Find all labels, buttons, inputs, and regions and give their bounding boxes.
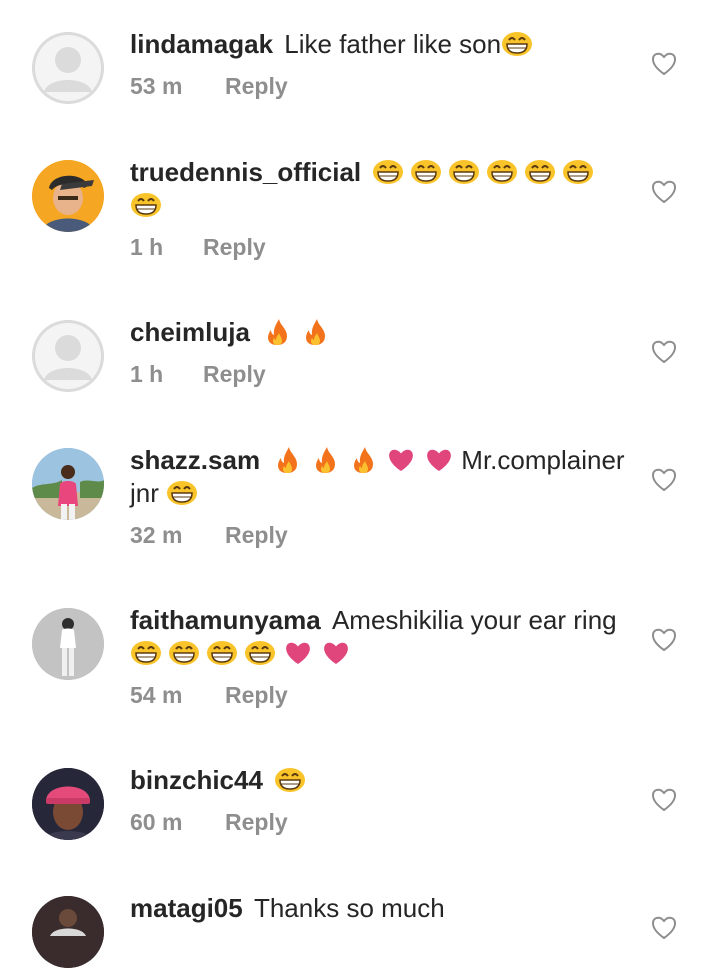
reply-button[interactable]: Reply: [225, 73, 288, 99]
heart-emoji-icon: [320, 639, 352, 667]
comment-meta: 53 m Reply: [130, 73, 630, 100]
default-avatar-icon: [32, 32, 104, 104]
grin-emoji-icon: [524, 158, 556, 186]
comment-meta: 1 h Reply: [130, 234, 630, 261]
reply-button[interactable]: Reply: [203, 361, 266, 387]
like-heart-icon[interactable]: [651, 916, 677, 940]
like-heart-icon[interactable]: [651, 52, 677, 76]
comment-time: 32 m: [130, 522, 183, 548]
grin-emoji-icon: [244, 639, 276, 667]
grin-emoji-icon: [274, 766, 306, 794]
grin-emoji-icon: [501, 30, 533, 58]
like-heart-icon[interactable]: [651, 788, 677, 812]
avatar[interactable]: [32, 608, 104, 680]
comment-text: lindamagak Like father like son: [130, 28, 630, 61]
comment-text: truedennis_official: [130, 156, 630, 222]
comment-text: faithamunyama Ameshikilia your ear ring: [130, 604, 630, 670]
user-photo-icon: [32, 896, 104, 968]
comment-time: 1 h: [130, 234, 164, 260]
like-heart-icon[interactable]: [651, 468, 677, 492]
avatar[interactable]: [32, 32, 104, 104]
reply-button[interactable]: Reply: [225, 809, 288, 835]
comment-text: matagi05 Thanks so much: [130, 892, 630, 925]
grin-emoji-icon: [130, 191, 162, 219]
reply-button[interactable]: Reply: [225, 682, 288, 708]
comment-content: Thanks so much: [253, 893, 445, 923]
comment-username[interactable]: matagi05: [130, 893, 250, 923]
comment-meta: 1 h Reply: [130, 361, 630, 388]
like-heart-icon[interactable]: [651, 628, 677, 652]
avatar[interactable]: [32, 160, 104, 232]
avatar[interactable]: [32, 896, 104, 968]
fire-emoji-icon: [347, 446, 379, 474]
comment-username[interactable]: truedennis_official: [130, 157, 368, 187]
grin-emoji-icon: [448, 158, 480, 186]
grin-emoji-icon: [410, 158, 442, 186]
comment-username[interactable]: faithamunyama: [130, 605, 328, 635]
comment-time: 54 m: [130, 682, 183, 708]
grin-emoji-icon: [166, 479, 198, 507]
like-heart-icon[interactable]: [651, 180, 677, 204]
grin-emoji-icon: [168, 639, 200, 667]
avatar[interactable]: [32, 320, 104, 392]
comment-time: 1 h: [130, 361, 164, 387]
user-photo-icon: [32, 448, 104, 520]
fire-emoji-icon: [299, 318, 331, 346]
like-heart-icon[interactable]: [651, 340, 677, 364]
comment-username[interactable]: shazz.sam: [130, 445, 267, 475]
grin-emoji-icon: [206, 639, 238, 667]
default-avatar-icon: [32, 320, 104, 392]
heart-emoji-icon: [385, 446, 417, 474]
user-avatar-illustration-icon: [32, 160, 104, 232]
comment-meta: 54 m Reply: [130, 682, 630, 709]
grin-emoji-icon: [130, 639, 162, 667]
comment-text: cheimluja: [130, 316, 630, 349]
avatar[interactable]: [32, 448, 104, 520]
user-photo-icon: [32, 608, 104, 680]
comment-content: Ameshikilia your ear ring: [331, 605, 617, 635]
comment-text: binzchic44: [130, 764, 630, 797]
comment-username[interactable]: binzchic44: [130, 765, 270, 795]
comment-meta: 32 m Reply: [130, 522, 630, 549]
fire-emoji-icon: [261, 318, 293, 346]
reply-button[interactable]: Reply: [225, 522, 288, 548]
grin-emoji-icon: [562, 158, 594, 186]
comment-content: Like father like son: [284, 29, 502, 59]
avatar[interactable]: [32, 768, 104, 840]
heart-emoji-icon: [282, 639, 314, 667]
reply-button[interactable]: Reply: [203, 234, 266, 260]
grin-emoji-icon: [372, 158, 404, 186]
heart-emoji-icon: [423, 446, 455, 474]
comment-time: 53 m: [130, 73, 183, 99]
user-photo-icon: [32, 768, 104, 840]
comment-meta: 60 m Reply: [130, 809, 630, 836]
comment-username[interactable]: lindamagak: [130, 29, 280, 59]
fire-emoji-icon: [309, 446, 341, 474]
comment-username[interactable]: cheimluja: [130, 317, 257, 347]
comment-text: shazz.sam Mr.complainer jnr: [130, 444, 630, 510]
fire-emoji-icon: [271, 446, 303, 474]
grin-emoji-icon: [486, 158, 518, 186]
comment-time: 60 m: [130, 809, 183, 835]
